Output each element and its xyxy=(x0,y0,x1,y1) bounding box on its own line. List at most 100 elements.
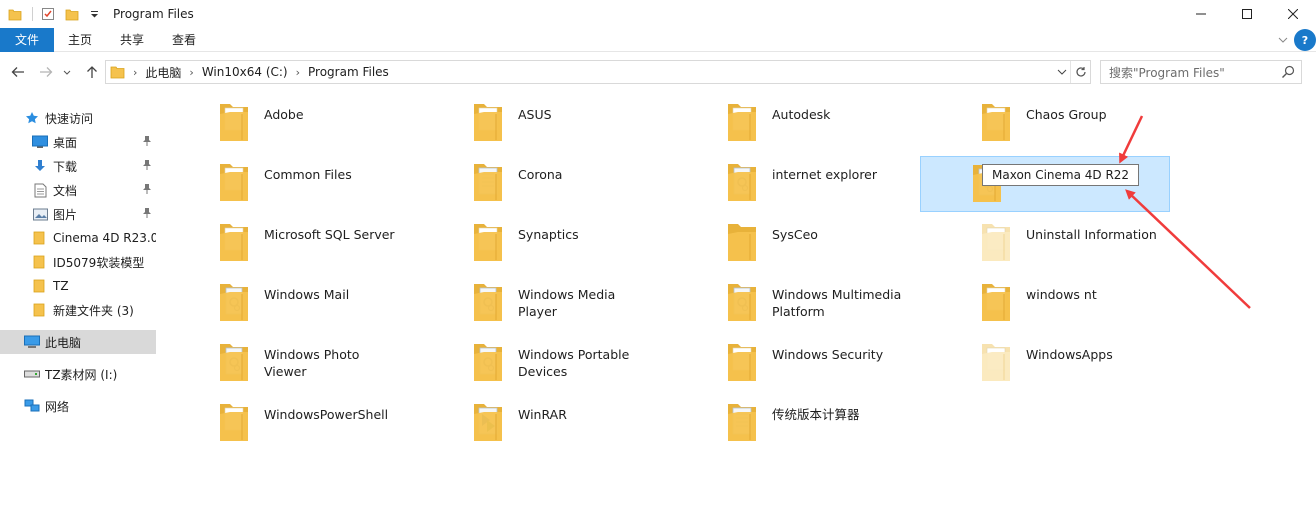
folder-item[interactable]: Windows Portable Devices xyxy=(414,328,664,384)
folder-item[interactable]: Adobe xyxy=(160,88,410,144)
folder-item[interactable]: Uninstall Information xyxy=(922,208,1172,264)
folder-label: ASUS xyxy=(518,107,552,122)
folder-empty-icon xyxy=(724,220,760,264)
pin-icon[interactable] xyxy=(142,135,152,147)
folder-item[interactable]: Chaos Group xyxy=(922,88,1172,144)
folder-item[interactable]: Autodesk xyxy=(668,88,918,144)
folder-item[interactable]: Windows Media Player xyxy=(414,268,664,324)
sidebar-item-cinema4d[interactable]: Cinema 4D R23.00 xyxy=(0,226,156,250)
properties-icon[interactable] xyxy=(41,7,55,21)
sidebar-item-pictures[interactable]: 图片 xyxy=(0,202,156,226)
drive-icon xyxy=(24,366,40,382)
folder-winrar-icon xyxy=(470,400,506,444)
expand-ribbon-icon[interactable] xyxy=(1272,29,1294,51)
folder-item[interactable]: ASUS xyxy=(414,88,664,144)
folder-item[interactable]: Corona xyxy=(414,148,664,204)
search-input[interactable]: 搜索"Program Files" xyxy=(1100,60,1302,84)
breadcrumb-this-pc[interactable]: 此电脑 xyxy=(145,64,181,81)
sidebar-item-new-folder-3[interactable]: 新建文件夹 (3) xyxy=(0,298,156,322)
refresh-button[interactable] xyxy=(1070,61,1090,83)
folder-item[interactable]: Microsoft SQL Server xyxy=(160,208,410,264)
up-button[interactable] xyxy=(82,57,102,87)
chevron-right-icon[interactable]: › xyxy=(189,66,193,79)
tab-view[interactable]: 查看 xyxy=(158,28,210,52)
folder-icon xyxy=(110,65,125,79)
folder-label: Windows Security xyxy=(772,347,884,362)
sidebar-item-drive-i[interactable]: TZ素材网 (I:) xyxy=(0,362,156,386)
tab-share[interactable]: 共享 xyxy=(106,28,158,52)
folder-label: Windows Photo Viewer xyxy=(264,347,360,379)
back-button[interactable] xyxy=(8,57,28,87)
folder-label: Common Files xyxy=(264,167,352,182)
folder-label: WindowsPowerShell xyxy=(264,407,389,422)
network-icon xyxy=(24,398,40,414)
folder-item[interactable]: SysCeo xyxy=(668,208,918,264)
folder-icon xyxy=(216,100,252,144)
address-bar[interactable]: › 此电脑 › Win10x64 (C:) › Program Files xyxy=(105,60,1091,84)
pin-icon[interactable] xyxy=(142,159,152,171)
folder-icon xyxy=(724,100,760,144)
sidebar-item-quick-access[interactable]: 快速访问 xyxy=(0,106,156,130)
folder-item[interactable]: WinRAR xyxy=(414,388,664,444)
pin-icon[interactable] xyxy=(142,183,152,195)
folder-icon xyxy=(724,340,760,384)
sidebar-item-documents[interactable]: 文档 xyxy=(0,178,156,202)
folder-item[interactable]: WindowsApps xyxy=(922,328,1172,384)
folder-item[interactable]: Common Files xyxy=(160,148,410,204)
folder-label: WinRAR xyxy=(518,407,567,422)
folder-icon xyxy=(32,278,48,294)
sidebar-item-this-pc[interactable]: 此电脑 xyxy=(0,330,156,354)
new-folder-icon[interactable] xyxy=(65,7,79,21)
chevron-right-icon[interactable]: › xyxy=(296,66,300,79)
recent-locations-button[interactable] xyxy=(60,57,74,87)
folder-item[interactable]: windows nt xyxy=(922,268,1172,324)
breadcrumb-program-files[interactable]: Program Files xyxy=(308,65,389,79)
title-bar: Program Files xyxy=(0,0,1316,28)
picture-icon xyxy=(32,206,48,222)
sidebar-item-downloads[interactable]: 下载 xyxy=(0,154,156,178)
ribbon-tabs: 文件 主页 共享 查看 ? xyxy=(0,27,1316,52)
folder-label: Synaptics xyxy=(518,227,579,242)
folder-icon xyxy=(470,220,506,264)
folder-item[interactable]: 传统版本计算器 xyxy=(668,388,918,444)
folder-label: Adobe xyxy=(264,107,304,122)
folder-item[interactable]: Windows Security xyxy=(668,328,918,384)
pin-icon[interactable] xyxy=(142,207,152,219)
close-button[interactable] xyxy=(1270,0,1316,28)
help-button[interactable]: ? xyxy=(1294,29,1316,51)
folder-item[interactable]: internet explorer xyxy=(668,148,918,204)
folder-icon xyxy=(978,100,1014,144)
sidebar-item-network[interactable]: 网络 xyxy=(0,394,156,418)
folder-gear-icon xyxy=(724,280,760,324)
folder-label: Corona xyxy=(518,167,563,182)
folder-label: Autodesk xyxy=(772,107,831,122)
tab-file[interactable]: 文件 xyxy=(0,27,54,52)
chevron-right-icon[interactable]: › xyxy=(133,66,137,79)
forward-button[interactable] xyxy=(36,57,56,87)
customize-dropdown-icon[interactable] xyxy=(89,7,99,21)
folder-icon xyxy=(8,7,22,21)
breadcrumb-drive[interactable]: Win10x64 (C:) xyxy=(202,65,288,79)
folder-item[interactable]: Synaptics xyxy=(414,208,664,264)
folder-icon xyxy=(216,220,252,264)
address-history-dropdown[interactable] xyxy=(1054,61,1070,83)
maximize-button[interactable] xyxy=(1224,0,1270,28)
folder-icon xyxy=(32,302,48,318)
folder-icon xyxy=(216,400,252,444)
minimize-button[interactable] xyxy=(1178,0,1224,28)
folder-item[interactable]: Windows Multimedia Platform xyxy=(668,268,918,324)
vertical-scrollbar[interactable] xyxy=(1300,88,1316,513)
folder-label: Microsoft SQL Server xyxy=(264,227,395,242)
help-icon: ? xyxy=(1294,29,1316,51)
sidebar-item-desktop[interactable]: 桌面 xyxy=(0,130,156,154)
navigation-bar: › 此电脑 › Win10x64 (C:) › Program Files 搜索… xyxy=(0,57,1316,87)
folder-item[interactable]: WindowsPowerShell xyxy=(160,388,410,444)
folder-label: Windows Mail xyxy=(264,287,350,302)
folder-label: WindowsApps xyxy=(1026,347,1113,362)
tab-home[interactable]: 主页 xyxy=(54,28,106,52)
sidebar-item-id5079[interactable]: ID5079软装模型 xyxy=(0,250,156,274)
sidebar-item-tz[interactable]: TZ xyxy=(0,274,156,298)
separator xyxy=(32,7,33,21)
folder-item[interactable]: Windows Photo Viewer xyxy=(160,328,410,384)
folder-item[interactable]: Windows Mail xyxy=(160,268,410,324)
